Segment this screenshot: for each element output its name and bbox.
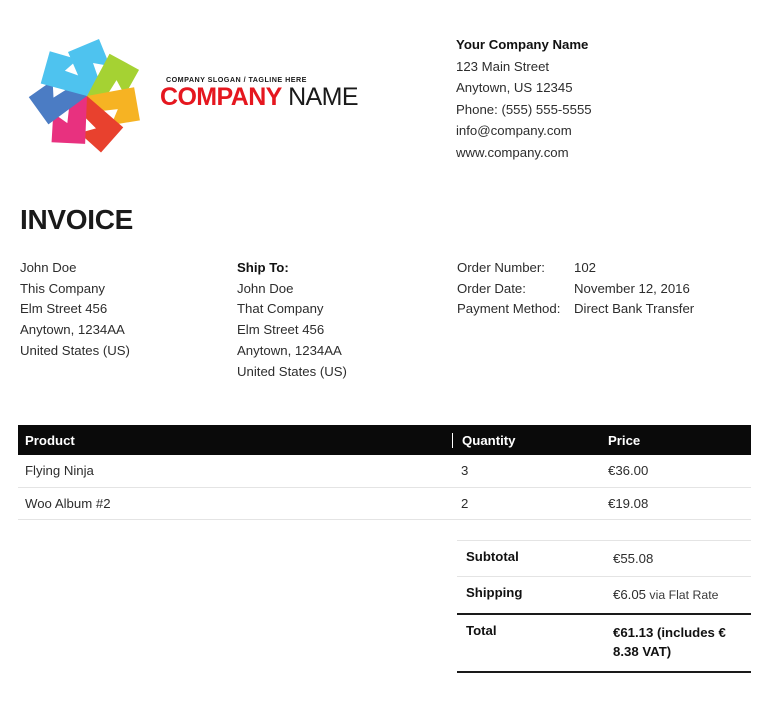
items-table: Product Quantity Price Flying Ninja 3 €3… <box>18 425 751 520</box>
column-header-price: Price <box>608 432 641 448</box>
company-address-line1: 123 Main Street <box>456 58 550 74</box>
total-label: Total <box>466 623 497 638</box>
company-website: www.company.com <box>456 144 569 160</box>
order-number-label: Order Number: <box>457 260 545 275</box>
company-email: info@company.com <box>456 123 572 138</box>
logo-name-part1: COMPANY <box>160 83 282 111</box>
logo-wordmark: COMPANY SLOGAN / TAGLINE HERE COMPANY NA… <box>160 75 360 110</box>
shipping-line: John Doe <box>237 280 294 296</box>
cell-price: €19.08 <box>608 495 649 511</box>
billing-line: Anytown, 1234AA <box>20 322 125 338</box>
table-row: Flying Ninja 3 €36.00 <box>18 455 751 488</box>
payment-method-value: Direct Bank Transfer <box>574 301 695 317</box>
shipping-line: Elm Street 456 <box>237 322 325 338</box>
shipping-value-group: €6.05 via Flat Rate <box>604 585 751 605</box>
billing-address: John Doe This Company Elm Street 456 Any… <box>20 258 235 362</box>
cell-product: Woo Album #2 <box>25 495 111 511</box>
logo-company-name: COMPANY NAME <box>160 85 360 110</box>
company-logo: COMPANY SLOGAN / TAGLINE HERE COMPANY NA… <box>22 33 359 168</box>
pinwheel-logo-icon <box>22 33 152 163</box>
total-value: €61.13 (includes € 8.38 VAT) <box>613 625 726 659</box>
shipping-row: Shipping €6.05 via Flat Rate <box>457 577 751 615</box>
addresses-row: John Doe This Company Elm Street 456 Any… <box>20 258 760 388</box>
shipping-address: Ship To: John Doe That Company Elm Stree… <box>237 258 452 382</box>
logo-name-part2: NAME <box>281 83 358 111</box>
order-date-label: Order Date: <box>457 280 526 296</box>
billing-line: John Doe <box>20 260 77 275</box>
total-row: Total €61.13 (includes € 8.38 VAT) <box>457 615 751 673</box>
billing-line: United States (US) <box>20 342 130 358</box>
totals-block: Subtotal €55.08 Shipping €6.05 via Flat … <box>457 540 751 673</box>
page-title: INVOICE <box>20 204 134 235</box>
cell-quantity: 2 <box>461 495 469 511</box>
column-header-quantity: Quantity <box>452 432 599 448</box>
shipping-line: Anytown, 1234AA <box>237 342 342 358</box>
payment-method-label: Payment Method: <box>457 301 561 317</box>
company-contact-block: Your Company Name 123 Main Street Anytow… <box>456 34 756 163</box>
cell-product: Flying Ninja <box>25 463 94 479</box>
shipping-line: That Company <box>237 301 324 317</box>
billing-line: This Company <box>20 280 106 296</box>
column-header-product: Product <box>25 432 75 448</box>
company-address-line2: Anytown, US 12345 <box>456 80 573 95</box>
invoice-header: COMPANY SLOGAN / TAGLINE HERE COMPANY NA… <box>0 0 772 180</box>
shipping-amount: €6.05 <box>613 587 647 602</box>
order-number-value: 102 <box>574 260 597 275</box>
subtotal-label: Subtotal <box>466 549 519 564</box>
company-phone: Phone: (555) 555-5555 <box>456 101 592 117</box>
billing-line: Elm Street 456 <box>20 301 108 317</box>
order-details: Order Number: 102 Order Date: November 1… <box>457 258 767 320</box>
table-header-row: Product Quantity Price <box>18 425 751 455</box>
table-row: Woo Album #2 2 €19.08 <box>18 488 751 520</box>
payment-method-row: Payment Method: Direct Bank Transfer <box>457 299 767 320</box>
subtotal-value: €55.08 <box>613 551 654 566</box>
order-date-row: Order Date: November 12, 2016 <box>457 279 767 300</box>
shipping-line: United States (US) <box>237 363 347 379</box>
ship-to-label: Ship To: <box>237 260 289 275</box>
company-name: Your Company Name <box>456 37 589 52</box>
shipping-method-note: via Flat Rate <box>646 588 719 602</box>
invoice-page: COMPANY SLOGAN / TAGLINE HERE COMPANY NA… <box>0 0 772 703</box>
cell-price: €36.00 <box>608 463 649 479</box>
order-number-row: Order Number: 102 <box>457 258 767 279</box>
order-date-value: November 12, 2016 <box>574 280 690 296</box>
cell-quantity: 3 <box>461 463 469 479</box>
subtotal-row: Subtotal €55.08 <box>457 541 751 577</box>
shipping-label: Shipping <box>466 585 523 600</box>
